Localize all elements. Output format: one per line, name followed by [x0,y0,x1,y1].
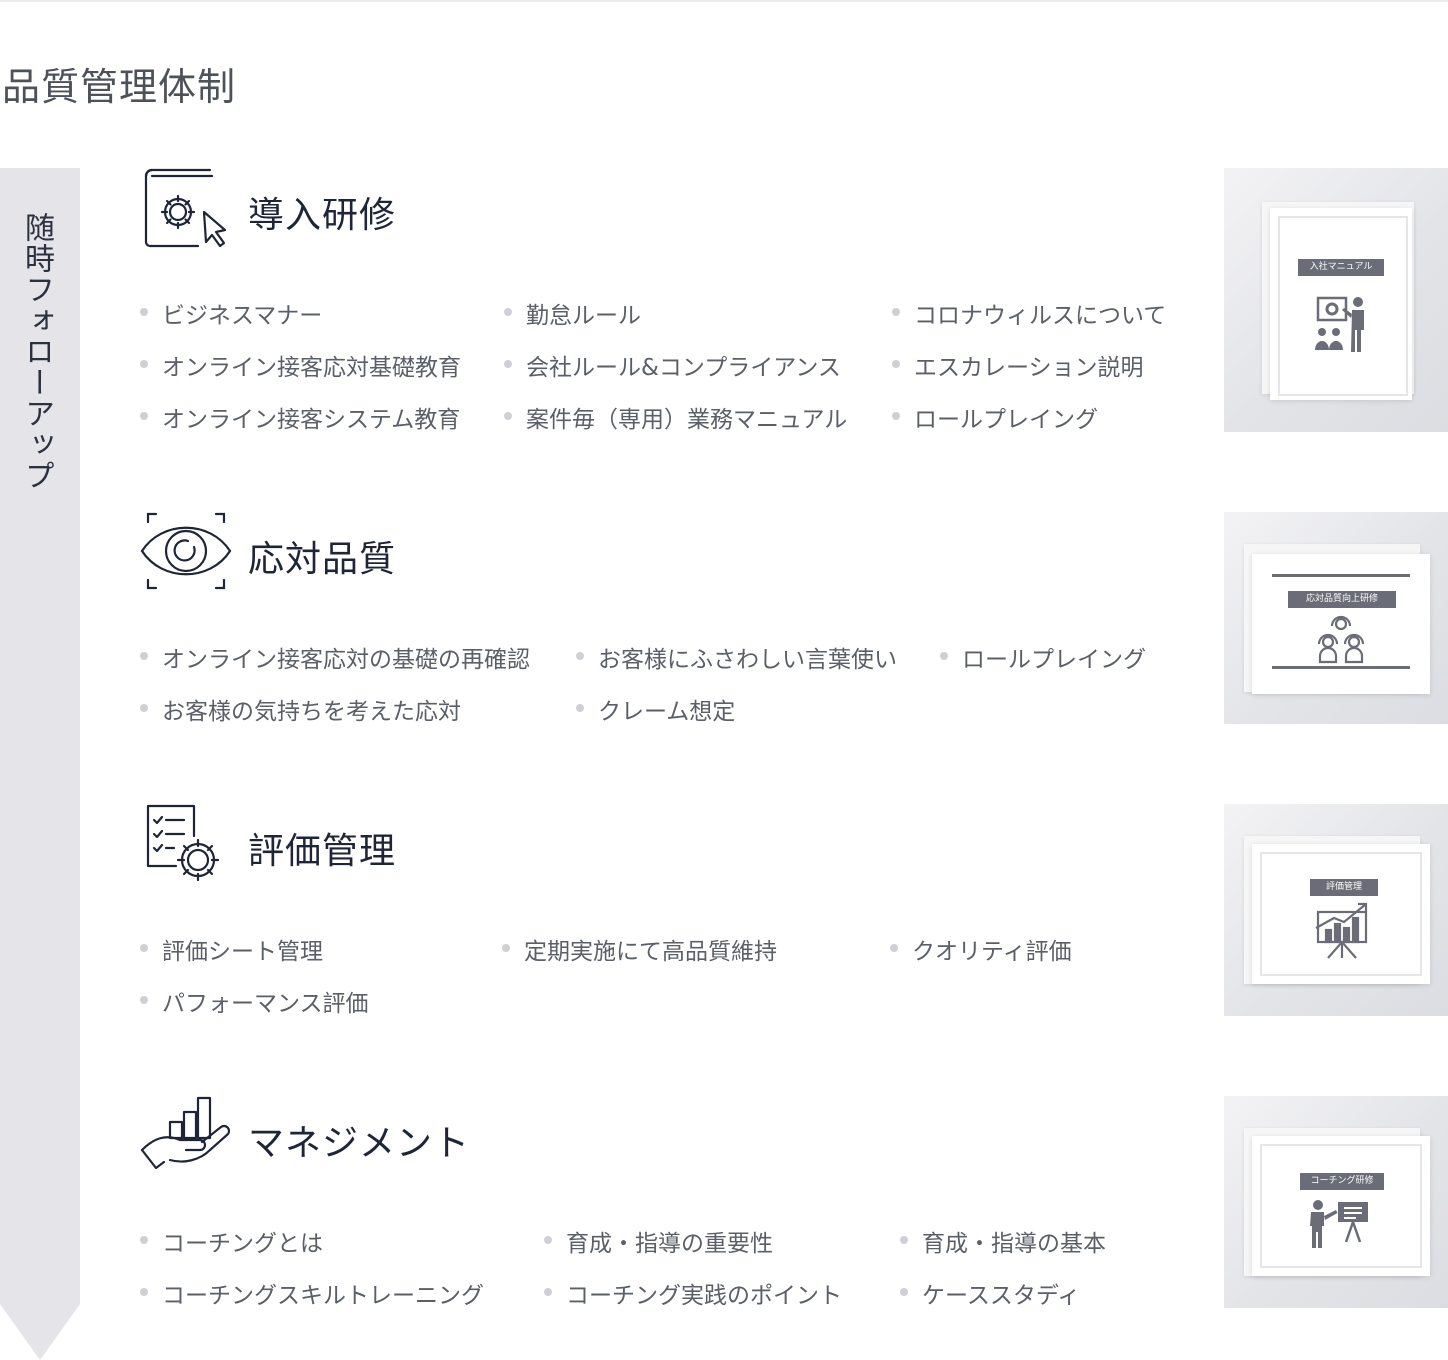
thumbnail-label: 入社マニュアル [1298,259,1384,276]
thumbnail-onboarding-manual: 入社マニュアル [1224,168,1448,432]
list-item: クレーム想定 [576,692,735,726]
list-item: 勤怠ルール [504,296,641,330]
list-item: オンライン接客システム教育 [140,400,460,434]
list-item: 会社ルール&コンプライアンス [504,348,841,382]
page-title: 品質管理体制 [2,65,237,109]
thumbnail-label: 評価管理 [1310,879,1378,896]
section-title: 導入研修 [248,195,397,236]
section-title: 応対品質 [248,539,397,580]
eye-focus-icon [140,510,232,602]
list-item: コロナウィルスについて [892,296,1166,330]
list-item: ケーススタディ [900,1276,1080,1310]
list-item: ビジネスマナー [140,296,322,330]
list-item: コーチングとは [140,1224,323,1258]
thumbnail-evaluation: 評価管理 [1224,804,1448,1016]
list-item: お客様にふさわしい言葉使い [576,640,897,674]
list-item: コーチング実践のポイント [544,1276,842,1310]
list-item: エスカレーション説明 [892,348,1144,382]
section-title: マネジメント [248,1123,471,1164]
list-item: ロールプレイング [892,400,1098,434]
thumbnail-coaching: コーチング研修 [1224,1096,1448,1308]
hand-chart-icon [140,1094,232,1186]
top-divider [0,0,1448,2]
coach-icon [1310,1200,1368,1248]
growth-chart-icon [1315,902,1368,959]
list-item: コーチングスキルトレーニング [140,1276,484,1310]
list-item: オンライン接客応対基礎教育 [140,348,461,382]
checklist-gear-icon [140,802,232,894]
team-icon [1317,615,1365,664]
list-item: お客様の気持ちを考えた応対 [140,692,461,726]
section-title: 評価管理 [248,831,397,872]
list-item: オンライン接客応対の基礎の再確認 [140,640,530,674]
list-item: 育成・指導の基本 [900,1224,1106,1258]
presenter-icon [1315,296,1364,352]
list-item: パフォーマンス評価 [140,984,369,1018]
thumbnail-response-quality: 応対品質向上研修 [1224,512,1448,724]
thumbnail-label: コーチング研修 [1300,1173,1384,1190]
list-item: 評価シート管理 [140,932,323,966]
list-item: 育成・指導の重要性 [544,1224,773,1258]
list-item: 定期実施にて高品質維持 [502,932,777,966]
list-item: 案件毎（専用）業務マニュアル [504,400,847,434]
manual-gear-cursor-icon [140,166,232,258]
thumbnail-label: 応対品質向上研修 [1288,591,1396,608]
list-item: ロールプレイング [940,640,1146,674]
list-item: クオリティ評価 [890,932,1072,966]
